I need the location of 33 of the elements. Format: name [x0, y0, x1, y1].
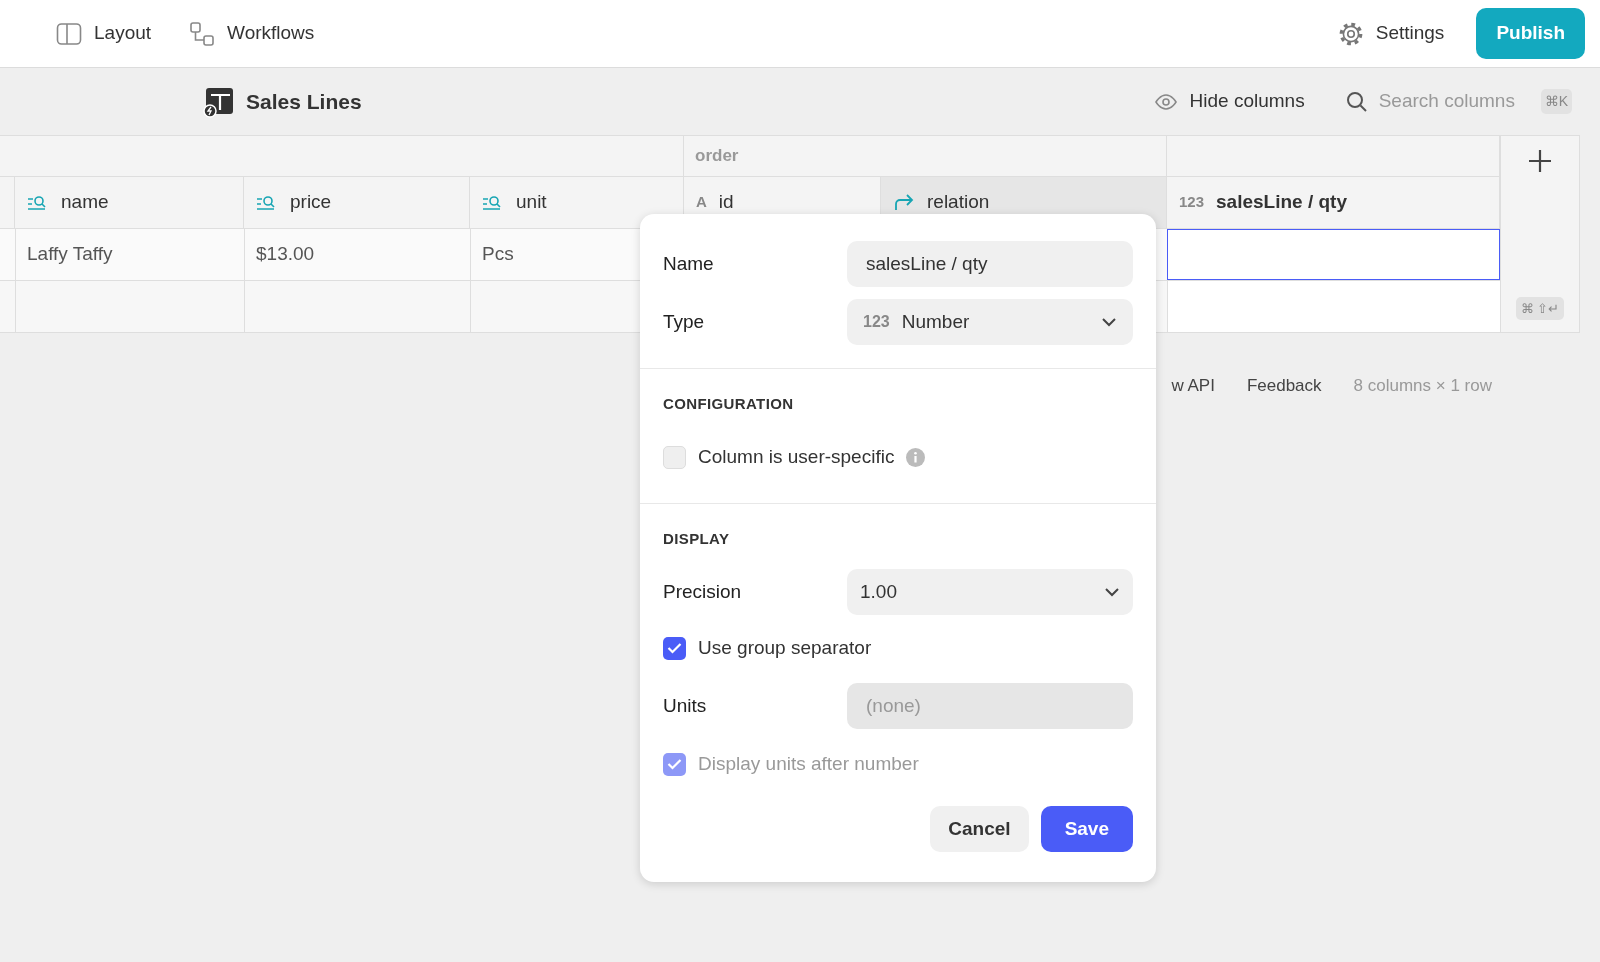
shortcut-hint: ⌘ ⇧↵: [1515, 296, 1565, 320]
type-glyph: 123: [1179, 192, 1205, 213]
field-label: Type: [663, 309, 706, 334]
footer-link[interactable]: Feedback: [1246, 373, 1322, 399]
group-label: order: [695, 145, 739, 168]
precision-select[interactable]: 1.00: [847, 569, 1133, 615]
checkbox-label: Use group separator: [698, 635, 872, 660]
field-label: Units: [663, 693, 708, 718]
settings-button[interactable]: Settings: [1337, 19, 1445, 48]
search-field[interactable]: Search columns: [1378, 87, 1529, 116]
type-select[interactable]: 123 Number: [847, 299, 1133, 345]
footer-link[interactable]: w API: [1171, 373, 1215, 399]
checkbox-label: Column is user-specific: [698, 445, 895, 470]
table-cell[interactable]: Laffy Taffy: [15, 229, 244, 280]
sheet-title: Sales Lines: [246, 88, 362, 115]
name-input[interactable]: salesLine / qty: [847, 241, 1133, 287]
nav-tab[interactable]: Layout: [56, 19, 152, 48]
units-input[interactable]: (none): [847, 683, 1133, 729]
type-glyph: A: [696, 192, 707, 213]
hide-columns-button[interactable]: Hide columns: [1153, 87, 1305, 116]
select-value: 1.00: [860, 579, 897, 604]
shortcut-hint: ⌘K: [1540, 89, 1572, 114]
save-button[interactable]: Save: [1040, 806, 1133, 852]
checkbox-label: Display units after number: [698, 751, 919, 776]
section-heading: CONFIGURATION: [663, 394, 795, 414]
select-value: Number: [901, 309, 970, 334]
column-row-count: 8 columns × 1 row: [1353, 375, 1492, 397]
field-label: Precision: [663, 579, 743, 604]
table-cell[interactable]: $13.00: [244, 229, 470, 280]
nav-tab[interactable]: Workflows: [189, 19, 315, 48]
section-heading: DISPLAY: [663, 528, 731, 549]
type-glyph: 123: [863, 312, 890, 332]
cancel-button[interactable]: Cancel: [930, 806, 1029, 852]
